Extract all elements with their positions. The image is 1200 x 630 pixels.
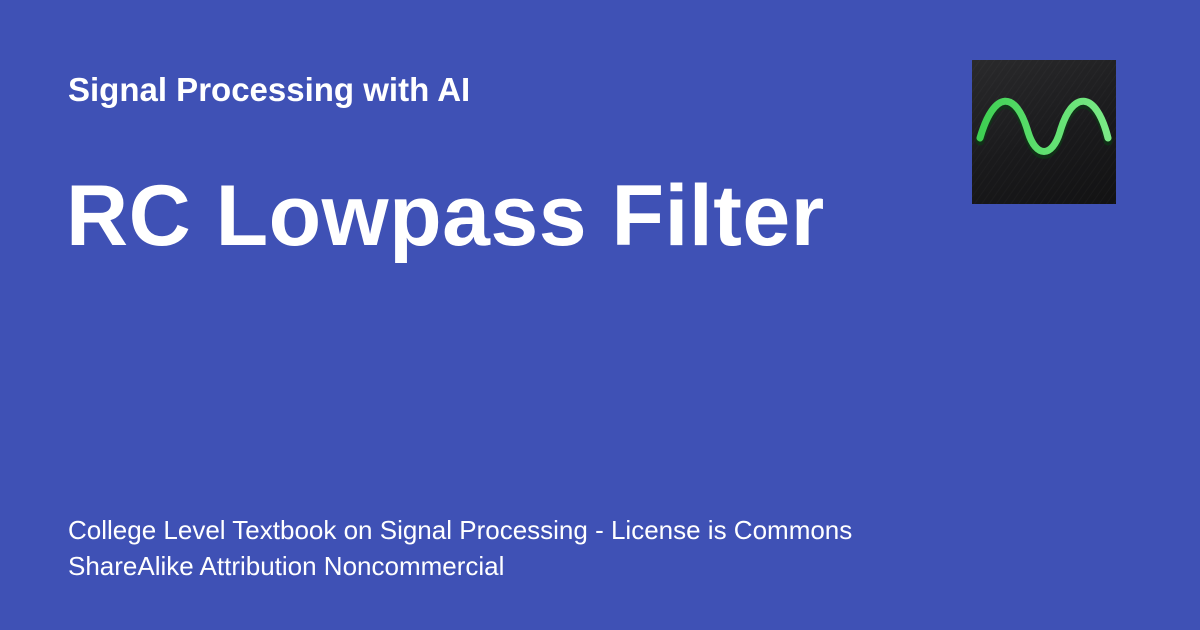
social-card: Signal Processing with AI RC Lowpass Fil… xyxy=(0,0,1200,630)
site-name: Signal Processing with AI xyxy=(68,71,471,108)
site-logo xyxy=(972,60,1116,204)
page-title: RC Lowpass Filter xyxy=(66,168,825,264)
sine-wave-icon xyxy=(972,60,1116,204)
page-description: College Level Textbook on Signal Process… xyxy=(68,515,853,581)
